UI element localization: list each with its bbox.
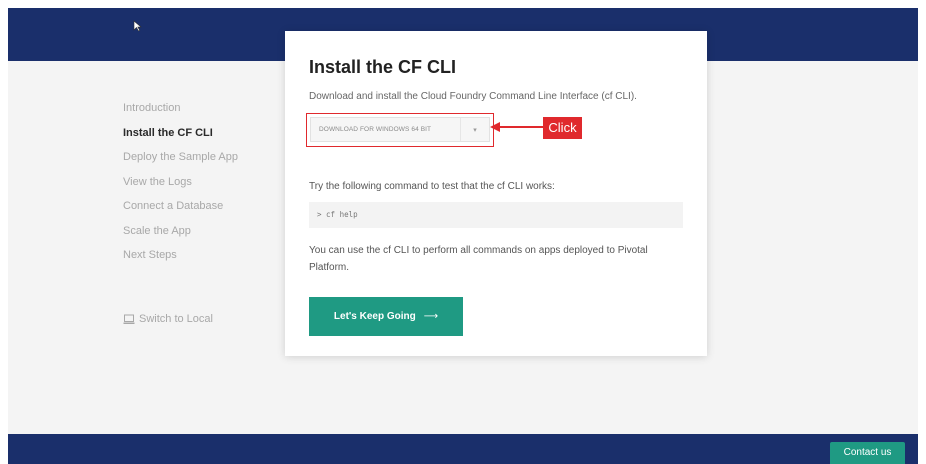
card-title: Install the CF CLI bbox=[309, 57, 457, 77]
code-command: cf help bbox=[326, 210, 358, 219]
download-highlight-box: DOWNLOAD FOR WINDOWS 64 BIT ▾ bbox=[306, 113, 494, 147]
sidebar-item-scale-app[interactable]: Scale the App bbox=[123, 219, 283, 244]
chevron-down-icon[interactable]: ▾ bbox=[460, 118, 489, 141]
download-windows-button[interactable]: DOWNLOAD FOR WINDOWS 64 BIT ▾ bbox=[310, 117, 490, 142]
page: Introduction Install the CF CLI Deploy t… bbox=[0, 0, 926, 464]
install-card: Install the CF CLI Download and install … bbox=[285, 31, 707, 356]
sidebar-item-install-cf-cli[interactable]: Install the CF CLI bbox=[123, 121, 283, 146]
laptop-icon bbox=[123, 314, 135, 324]
lets-keep-going-button[interactable]: Let's Keep Going ⟶ bbox=[309, 297, 463, 336]
card-description: Download and install the Cloud Foundry C… bbox=[309, 91, 637, 102]
contact-us-button[interactable]: Contact us bbox=[830, 442, 905, 464]
download-button-label: DOWNLOAD FOR WINDOWS 64 BIT bbox=[319, 126, 432, 133]
switch-to-local-label: Switch to Local bbox=[139, 313, 213, 325]
switch-to-local-link[interactable]: Switch to Local bbox=[123, 313, 213, 325]
sidebar-nav: Introduction Install the CF CLI Deploy t… bbox=[123, 96, 283, 268]
code-snippet: > cf help bbox=[309, 202, 683, 228]
mouse-cursor-icon bbox=[133, 20, 142, 32]
try-command-text: Try the following command to test that t… bbox=[309, 181, 555, 192]
arrow-right-icon: ⟶ bbox=[423, 311, 439, 322]
footer-band bbox=[8, 434, 918, 464]
sidebar-item-connect-database[interactable]: Connect a Database bbox=[123, 194, 283, 219]
app-canvas: Introduction Install the CF CLI Deploy t… bbox=[8, 8, 918, 464]
sidebar-item-introduction[interactable]: Introduction bbox=[123, 96, 283, 121]
sidebar-item-view-logs[interactable]: View the Logs bbox=[123, 170, 283, 195]
code-prompt: > bbox=[317, 210, 322, 219]
keep-going-label: Let's Keep Going bbox=[333, 311, 416, 322]
sidebar-item-next-steps[interactable]: Next Steps bbox=[123, 243, 283, 268]
usage-text: You can use the cf CLI to perform all co… bbox=[309, 245, 648, 273]
annotation-arrow-icon bbox=[490, 122, 546, 132]
click-annotation-label: Click bbox=[543, 117, 582, 139]
sidebar-item-deploy-sample-app[interactable]: Deploy the Sample App bbox=[123, 145, 283, 170]
